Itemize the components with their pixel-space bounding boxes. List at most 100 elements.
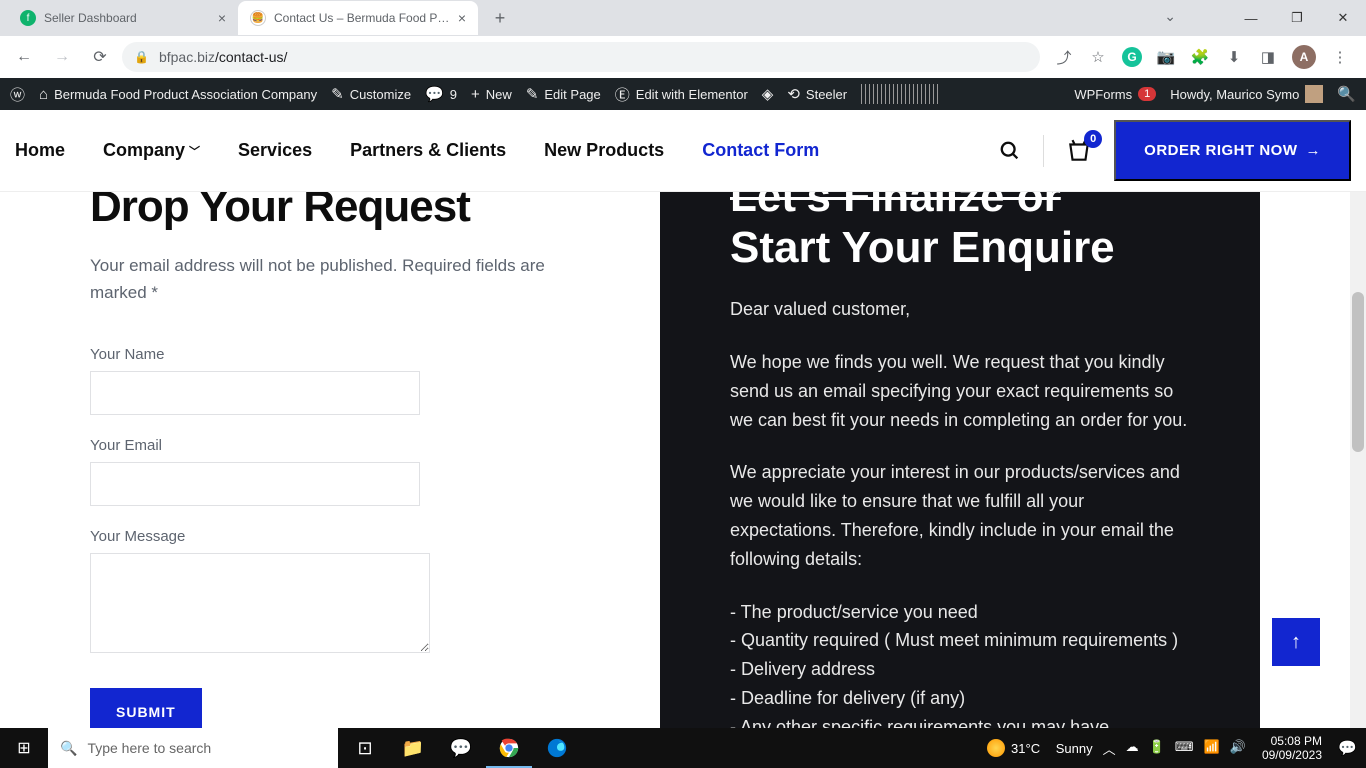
order-now-button[interactable]: ORDER RIGHT NOW→	[1114, 120, 1351, 181]
message-input[interactable]	[90, 553, 430, 653]
name-input[interactable]	[90, 371, 420, 415]
reload-button[interactable]: ⟳	[84, 41, 116, 73]
volume-icon[interactable]: 🔊	[1230, 739, 1246, 758]
maximize-button[interactable]: ❐	[1274, 0, 1320, 36]
wp-comments[interactable]: 💬9	[425, 85, 457, 103]
sidepanel-icon[interactable]: ◨	[1258, 47, 1278, 67]
favicon-icon: 🍔	[250, 10, 266, 26]
wp-edit-page[interactable]: ✎Edit Page	[526, 85, 601, 103]
lock-icon: 🔒	[134, 50, 149, 64]
chrome-icon[interactable]	[486, 728, 532, 768]
sun-icon	[987, 739, 1005, 757]
browser-toolbar: ← → ⟳ 🔒 bfpac.biz/contact-us/ ⤴ ☆ G 📷 🧩 …	[0, 36, 1366, 78]
tabs-dropdown-icon[interactable]: ⌄	[1164, 8, 1176, 25]
start-button[interactable]: ⊞	[0, 728, 48, 768]
tab-strip: f Seller Dashboard × 🍔 Contact Us – Berm…	[0, 0, 1366, 36]
search-placeholder: Type here to search	[87, 740, 211, 756]
enquire-column: Let's Finalize or Start Your Enquire Dea…	[660, 192, 1260, 728]
camera-icon[interactable]: 📷	[1156, 47, 1176, 67]
wp-logo[interactable]: ⓦ	[10, 84, 25, 105]
header-right: 0 ORDER RIGHT NOW→	[999, 120, 1351, 181]
grammarly-icon[interactable]: G	[1122, 47, 1142, 67]
address-bar[interactable]: 🔒 bfpac.biz/contact-us/	[122, 42, 1040, 72]
close-window-button[interactable]: ✕	[1320, 0, 1366, 36]
new-tab-button[interactable]: +	[486, 4, 514, 32]
form-column: Drop Your Request Your email address wil…	[0, 192, 600, 728]
cart-badge: 0	[1084, 130, 1102, 148]
menu-icon[interactable]: ⋮	[1330, 47, 1350, 67]
forward-button[interactable]: →	[46, 41, 78, 73]
site-header: Home Company﹀ Services Partners & Client…	[0, 110, 1366, 192]
input-icon[interactable]: ⌨	[1175, 739, 1194, 758]
scroll-top-button[interactable]: ↑	[1272, 618, 1320, 666]
menu-company[interactable]: Company﹀	[103, 140, 200, 161]
enquire-body: Dear valued customer, We hope we finds y…	[730, 295, 1190, 728]
wp-site-name[interactable]: ⌂Bermuda Food Product Association Compan…	[39, 86, 317, 103]
download-icon[interactable]: ⬇	[1224, 47, 1244, 67]
wp-search-icon[interactable]: 🔍	[1337, 85, 1356, 103]
notifications-icon[interactable]: 💬	[1338, 739, 1358, 757]
submit-button[interactable]: SUBMIT	[90, 688, 202, 728]
task-icons: ⊡ 📁 💬	[342, 728, 580, 768]
wp-howdy[interactable]: Howdy, Maurico Symo	[1170, 85, 1323, 103]
wp-edit-elementor[interactable]: ⒺEdit with Elementor	[615, 84, 748, 105]
whatsapp-icon[interactable]: 💬	[438, 728, 484, 768]
cart-icon[interactable]: 0	[1066, 138, 1092, 164]
email-label: Your Email	[90, 437, 570, 454]
page-title: Drop Your Request	[90, 192, 570, 232]
name-label: Your Name	[90, 346, 570, 363]
menu-home[interactable]: Home	[15, 140, 65, 161]
weather-widget[interactable]: 31°C Sunny	[987, 739, 1093, 757]
wp-customize[interactable]: ✎Customize	[331, 85, 411, 103]
user-avatar-icon	[1305, 85, 1323, 103]
onedrive-icon[interactable]: ☁	[1126, 739, 1139, 758]
scrollbar-thumb[interactable]	[1352, 292, 1364, 452]
url-text: bfpac.biz/contact-us/	[159, 49, 287, 65]
system-tray: 31°C Sunny ︿ ☁ 🔋 ⌨ 📶 🔊 05:08 PM 09/09/20…	[987, 734, 1366, 763]
wp-diamond-icon[interactable]: ◈	[762, 85, 774, 103]
profile-avatar[interactable]: A	[1292, 45, 1316, 69]
minimize-button[interactable]: —	[1228, 0, 1274, 36]
back-button[interactable]: ←	[8, 41, 40, 73]
extensions-icon[interactable]: 🧩	[1190, 47, 1210, 67]
arrow-right-icon: →	[1306, 142, 1322, 159]
ruler-icon	[861, 84, 941, 104]
menu-partners[interactable]: Partners & Clients	[350, 140, 506, 161]
chevron-up-icon[interactable]: ︿	[1103, 739, 1116, 758]
browser-chrome: f Seller Dashboard × 🍔 Contact Us – Berm…	[0, 0, 1366, 78]
edge-icon[interactable]	[534, 728, 580, 768]
wp-wpforms[interactable]: WPForms1	[1074, 87, 1156, 102]
divider	[1043, 135, 1044, 167]
menu-contact-form[interactable]: Contact Form	[702, 140, 819, 161]
tray-icons: ︿ ☁ 🔋 ⌨ 📶 🔊	[1103, 739, 1246, 758]
close-icon[interactable]: ×	[218, 10, 226, 26]
wp-admin-bar: ⓦ ⌂Bermuda Food Product Association Comp…	[0, 78, 1366, 110]
file-explorer-icon[interactable]: 📁	[390, 728, 436, 768]
scrollbar-track[interactable]	[1350, 192, 1366, 728]
share-icon[interactable]: ⤴	[1054, 47, 1074, 67]
taskbar-search[interactable]: 🔍 Type here to search	[48, 728, 338, 768]
search-icon: 🔍	[60, 740, 77, 757]
page-content: Drop Your Request Your email address wil…	[0, 192, 1366, 728]
wp-steeler[interactable]: ⟲Steeler	[787, 85, 847, 103]
search-icon[interactable]	[999, 140, 1021, 162]
menu-services[interactable]: Services	[238, 140, 312, 161]
message-label: Your Message	[90, 528, 570, 545]
wp-new[interactable]: +New	[471, 86, 512, 103]
main-menu: Home Company﹀ Services Partners & Client…	[15, 140, 819, 161]
bookmark-icon[interactable]: ☆	[1088, 47, 1108, 67]
clock[interactable]: 05:08 PM 09/09/2023	[1256, 734, 1328, 763]
windows-taskbar: ⊞ 🔍 Type here to search ⊡ 📁 💬 31°C Sunny…	[0, 728, 1366, 768]
tab-seller-dashboard[interactable]: f Seller Dashboard ×	[8, 1, 238, 35]
menu-new-products[interactable]: New Products	[544, 140, 664, 161]
close-icon[interactable]: ×	[458, 10, 466, 26]
form-subtext: Your email address will not be published…	[90, 252, 570, 306]
battery-icon[interactable]: 🔋	[1149, 739, 1165, 758]
toolbar-icons: ⤴ ☆ G 📷 🧩 ⬇ ◨ A ⋮	[1046, 45, 1358, 69]
chevron-down-icon: ﹀	[189, 143, 200, 159]
tab-contact-us[interactable]: 🍔 Contact Us – Bermuda Food Proc ×	[238, 1, 478, 35]
tab-title: Contact Us – Bermuda Food Proc	[274, 11, 450, 25]
task-view-icon[interactable]: ⊡	[342, 728, 388, 768]
email-input[interactable]	[90, 462, 420, 506]
wifi-icon[interactable]: 📶	[1204, 739, 1220, 758]
